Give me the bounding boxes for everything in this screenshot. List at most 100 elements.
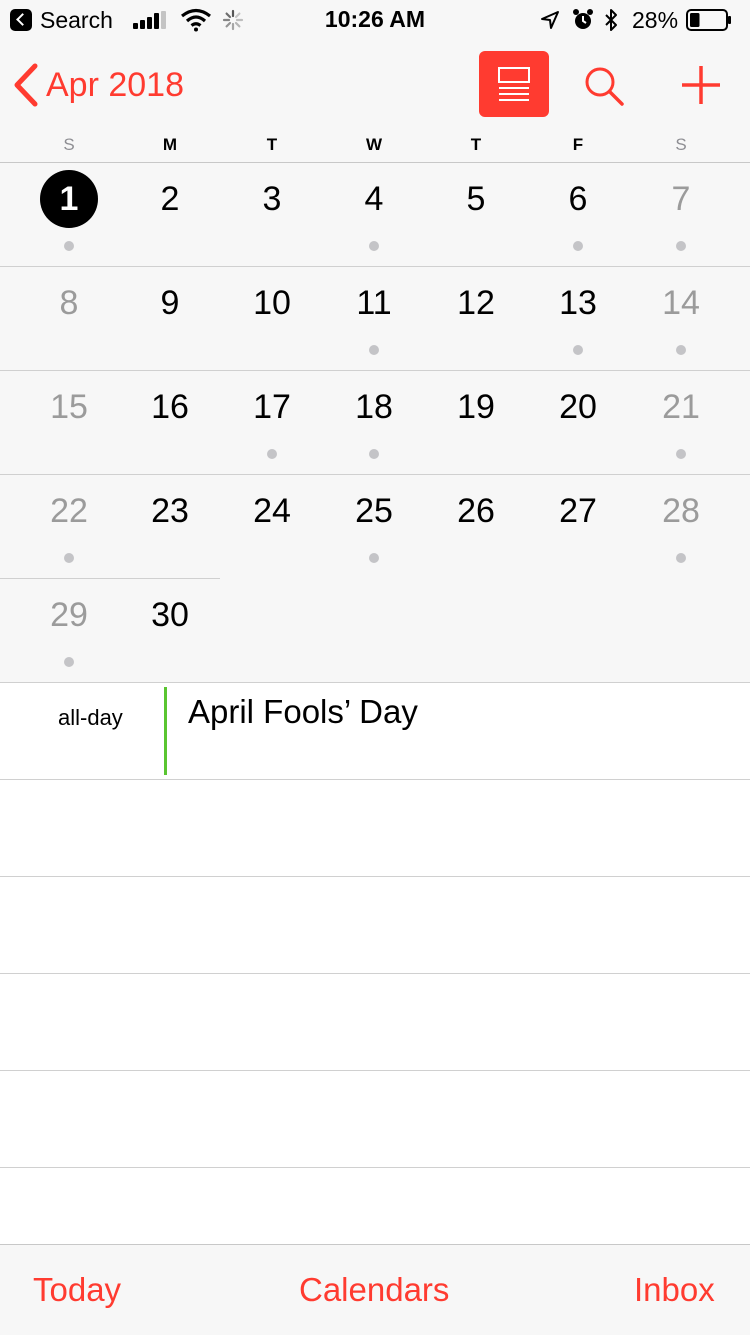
day-number: 14 (662, 284, 700, 322)
day-number: 29 (50, 596, 88, 634)
back-to-app-label[interactable]: Search (40, 7, 113, 34)
event-indicator-dot (676, 345, 686, 355)
day-number: 19 (457, 388, 495, 426)
event-indicator-dot (676, 553, 686, 563)
day-number: 8 (59, 284, 79, 322)
calendar-day[interactable]: 14 (641, 274, 721, 355)
weekday-thu: T (470, 135, 482, 154)
weekday-wed: W (365, 135, 383, 154)
day-number: 4 (364, 180, 384, 218)
day-number: 20 (559, 388, 597, 426)
week-divider (0, 474, 750, 475)
calendar-day[interactable]: 7 (641, 170, 721, 251)
calendar-day[interactable]: 16 (130, 378, 210, 436)
activity-spinner-icon (222, 9, 244, 31)
day-number: 13 (559, 284, 597, 322)
calendar-day[interactable]: 11 (334, 274, 414, 355)
calendar-day[interactable]: 8 (29, 274, 109, 332)
event-indicator-dot (64, 657, 74, 667)
calendars-button[interactable]: Calendars (299, 1271, 449, 1309)
month-grid: 1 2 3 4 5 6 7 8 9 10 11 12 13 14 15 16 17 18 19 20 21 22 23 24 2… (0, 163, 750, 682)
day-number: 12 (457, 284, 495, 322)
day-number: 2 (160, 180, 180, 218)
month-year-title: Apr 2018 (46, 65, 184, 104)
calendar-day[interactable]: 25 (334, 482, 414, 563)
inbox-button[interactable]: Inbox (634, 1271, 715, 1309)
calendar-day[interactable]: 15 (29, 378, 109, 436)
day-number: 23 (151, 492, 189, 530)
calendar-day[interactable]: 19 (436, 378, 516, 436)
calendar-day[interactable]: 12 (436, 274, 516, 332)
bluetooth-icon (605, 9, 617, 31)
day-number: 17 (253, 388, 291, 426)
day-number: 18 (355, 388, 393, 426)
calendar-day[interactable]: 17 (232, 378, 312, 459)
list-view-toggle-button[interactable] (479, 51, 549, 117)
event-indicator-dot (369, 553, 379, 563)
weekday-tue: T (266, 135, 278, 154)
day-number: 30 (151, 596, 189, 634)
calendar-day[interactable]: 28 (641, 482, 721, 563)
add-icon[interactable] (678, 62, 724, 108)
day-number: 28 (662, 492, 700, 530)
back-to-year-button[interactable]: Apr 2018 (12, 60, 184, 110)
divider (0, 973, 750, 974)
calendar-day[interactable]: 9 (130, 274, 210, 332)
event-title[interactable]: April Fools’ Day (188, 693, 418, 731)
calendar-day[interactable]: 18 (334, 378, 414, 459)
calendar-day[interactable]: 2 (130, 170, 210, 228)
signal-icon (133, 11, 167, 29)
alarm-icon (573, 9, 593, 29)
divider (0, 1167, 750, 1168)
weekday-mon: M (162, 135, 178, 154)
battery-icon (686, 9, 731, 31)
calendar-day[interactable]: 4 (334, 170, 414, 251)
calendar-day[interactable]: 26 (436, 482, 516, 540)
event-indicator-dot (676, 449, 686, 459)
day-number: 21 (662, 388, 700, 426)
calendar-day[interactable]: 6 (538, 170, 618, 251)
day-number: 6 (568, 180, 588, 218)
week-divider (0, 578, 220, 579)
day-number: 11 (356, 284, 392, 322)
event-indicator-dot (369, 241, 379, 251)
calendar-day[interactable]: 27 (538, 482, 618, 540)
status-bar: Search 10:26 AM 28% (0, 0, 750, 40)
calendar-day[interactable]: 10 (232, 274, 312, 332)
calendar-day[interactable]: 5 (436, 170, 516, 228)
weekday-header: S M T W T F S (0, 135, 750, 159)
calendar-day[interactable]: 13 (538, 274, 618, 355)
calendar-day[interactable]: 30 (130, 586, 210, 644)
calendar-day[interactable]: 23 (130, 482, 210, 540)
search-icon[interactable] (580, 62, 628, 110)
all-day-label: all-day (58, 705, 123, 730)
calendar-day[interactable]: 24 (232, 482, 312, 540)
weekday-sat: S (675, 135, 687, 154)
week-divider (0, 266, 750, 267)
calendar-day[interactable]: 3 (232, 170, 312, 228)
event-calendar-color-bar (164, 687, 167, 775)
event-indicator-dot (369, 449, 379, 459)
event-indicator-dot (64, 553, 74, 563)
calendar-day[interactable]: 1 (29, 170, 109, 251)
day-number: 25 (355, 492, 393, 530)
today-button[interactable]: Today (33, 1271, 121, 1309)
wifi-icon (181, 8, 211, 32)
day-number: 22 (50, 492, 88, 530)
navigation-bar: Apr 2018 S M T W T F S (0, 40, 750, 163)
event-indicator-dot (369, 345, 379, 355)
day-number: 3 (262, 180, 282, 218)
weekday-fri: F (572, 135, 584, 154)
calendar-day[interactable]: 29 (29, 586, 109, 667)
location-icon (541, 11, 559, 29)
list-view-icon (498, 67, 530, 101)
day-number: 24 (253, 492, 291, 530)
divider (0, 1070, 750, 1071)
day-number: 5 (466, 180, 486, 218)
calendar-day[interactable]: 20 (538, 378, 618, 436)
calendar-day[interactable]: 21 (641, 378, 721, 459)
event-indicator-dot (676, 241, 686, 251)
day-number: 9 (160, 284, 180, 322)
calendar-day[interactable]: 22 (29, 482, 109, 563)
back-to-app-icon[interactable] (10, 9, 32, 31)
